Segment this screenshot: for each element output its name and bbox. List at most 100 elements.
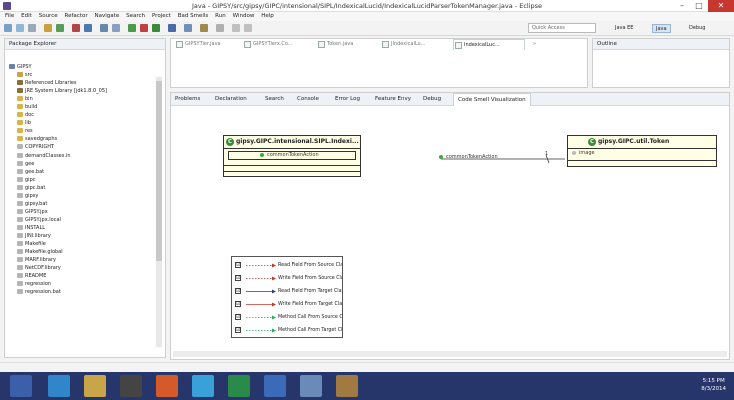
view-horizontal-scrollbar[interactable]: [173, 351, 727, 357]
target-field[interactable]: image: [572, 150, 595, 156]
media-icon[interactable]: [120, 375, 142, 397]
tree-item[interactable]: JRE System Library [jdk1.8.0_05]: [9, 87, 153, 95]
tree-item[interactable]: GIPSY: [9, 63, 153, 71]
tree-item[interactable]: regression: [9, 280, 153, 288]
package-explorer-scrollbar[interactable]: [156, 77, 162, 347]
menu-edit[interactable]: Edit: [21, 12, 32, 21]
outline-tab[interactable]: Outline: [593, 39, 729, 50]
perspective-java[interactable]: Java: [652, 24, 671, 33]
tree-item[interactable]: gee: [9, 160, 153, 168]
tab-console[interactable]: Console: [297, 93, 319, 106]
tree-item[interactable]: Makefile: [9, 240, 153, 248]
perspective-java-ee[interactable]: Java EE: [612, 24, 636, 33]
tab-code-smell-visualization[interactable]: Code Smell Visualization: [453, 93, 531, 106]
scrollbar-thumb[interactable]: [156, 81, 162, 261]
tree-item[interactable]: doc: [9, 111, 153, 119]
tree-item[interactable]: res: [9, 127, 153, 135]
tree-item[interactable]: README: [9, 272, 153, 280]
gear-icon[interactable]: [56, 24, 64, 32]
menu-file[interactable]: File: [5, 12, 14, 21]
messenger-icon[interactable]: [192, 375, 214, 397]
tree-item[interactable]: build: [9, 103, 153, 111]
package-explorer-tab[interactable]: Package Explorer: [5, 39, 165, 50]
legend-checkbox[interactable]: ☑: [235, 314, 241, 320]
relation-method[interactable]: commonTokenAction: [439, 154, 498, 160]
word-icon[interactable]: [264, 375, 286, 397]
menu-bad-smells[interactable]: Bad Smells: [178, 12, 209, 21]
tree-item[interactable]: gipc: [9, 176, 153, 184]
legend-checkbox[interactable]: ☑: [235, 327, 241, 333]
tree-item[interactable]: Makefile.global: [9, 248, 153, 256]
package-icon[interactable]: [44, 24, 52, 32]
tree-item[interactable]: gipsy.bat: [9, 200, 153, 208]
source-class-box[interactable]: Cgipsy.GIPC.intensional.SIPL.Indexi... c…: [223, 135, 361, 177]
menu-project[interactable]: Project: [152, 12, 171, 21]
system-clock[interactable]: 5:15 PM 8/3/2014: [701, 377, 726, 393]
editor-tab-gipsytier[interactable]: GIPSYTier.java: [175, 39, 221, 50]
editor-overflow-button[interactable]: »: [533, 39, 536, 50]
open-type-icon[interactable]: [200, 24, 208, 32]
stop-icon[interactable]: [140, 24, 148, 32]
new-icon[interactable]: [4, 24, 12, 32]
tree-item[interactable]: GIPSY.jpx.local: [9, 216, 153, 224]
nav-forward-icon[interactable]: [244, 24, 252, 32]
legend-checkbox[interactable]: ☑: [235, 275, 241, 281]
menu-navigate[interactable]: Navigate: [95, 12, 120, 21]
filter-icon[interactable]: [100, 24, 108, 32]
perspective-debug[interactable]: Debug: [686, 24, 708, 33]
tree-item[interactable]: gipsy: [9, 192, 153, 200]
refactor-icon[interactable]: [72, 24, 80, 32]
tree-item[interactable]: JINI.library: [9, 232, 153, 240]
legend-checkbox[interactable]: ☑: [235, 301, 241, 307]
tree-item[interactable]: INSTALL: [9, 224, 153, 232]
nav-back-icon[interactable]: [232, 24, 240, 32]
explorer-icon[interactable]: [84, 375, 106, 397]
tree-item[interactable]: Referenced Libraries: [9, 79, 153, 87]
chrome-icon[interactable]: [156, 375, 178, 397]
ie-icon[interactable]: [48, 375, 70, 397]
source-method[interactable]: commonTokenAction: [260, 152, 319, 158]
annotation-icon[interactable]: [216, 24, 224, 32]
tree-item[interactable]: src: [9, 71, 153, 79]
tree-item[interactable]: regression.bat: [9, 288, 153, 296]
search-icon[interactable]: [84, 24, 92, 32]
tree-item[interactable]: demandClasses.in: [9, 152, 153, 160]
tree-item[interactable]: MARF.library: [9, 256, 153, 264]
menu-source[interactable]: Source: [39, 12, 58, 21]
tab-search[interactable]: Search: [265, 93, 284, 106]
tree-item[interactable]: bin: [9, 95, 153, 103]
legend-checkbox[interactable]: ☑: [235, 288, 241, 294]
tab-declaration[interactable]: Declaration: [215, 93, 247, 106]
tab-feature-envy[interactable]: Feature Envy: [375, 93, 411, 106]
menu-search[interactable]: Search: [126, 12, 145, 21]
editor-tab-token[interactable]: Token.java: [317, 39, 353, 50]
tree-item[interactable]: COPYRIGHT: [9, 143, 153, 151]
close-button[interactable]: ✕: [708, 0, 734, 12]
maximize-button[interactable]: □: [691, 0, 707, 12]
eclipse-task-icon[interactable]: [336, 375, 358, 397]
target-class-box[interactable]: Cgipsy.GIPC.util.Token image: [567, 135, 717, 167]
new-class-icon[interactable]: [184, 24, 192, 32]
tree-item[interactable]: NetCDF.library: [9, 264, 153, 272]
tree-item[interactable]: gipc.bat: [9, 184, 153, 192]
quick-access-input[interactable]: Quick Access: [528, 23, 596, 33]
tree-item[interactable]: savedgraphs: [9, 135, 153, 143]
menu-refactor[interactable]: Refactor: [65, 12, 88, 21]
menu-run[interactable]: Run: [215, 12, 226, 21]
legend-checkbox[interactable]: ☑: [235, 262, 241, 268]
menu-window[interactable]: Window: [233, 12, 255, 21]
layout-icon[interactable]: [112, 24, 120, 32]
tree-item[interactable]: GIPSY.jpx: [9, 208, 153, 216]
menu-help[interactable]: Help: [261, 12, 274, 21]
save-icon[interactable]: [16, 24, 24, 32]
minimize-button[interactable]: –: [674, 0, 690, 12]
run-icon[interactable]: [128, 24, 136, 32]
editor-tab-gipsytierx[interactable]: GIPSYTierx.Co...: [243, 39, 293, 50]
editor-tab-jindexical[interactable]: JIndexicalLu...: [381, 39, 425, 50]
debug-icon[interactable]: [152, 24, 160, 32]
start-icon[interactable]: [10, 375, 32, 397]
external-tools-icon[interactable]: [168, 24, 176, 32]
print-icon[interactable]: [28, 24, 36, 32]
tree-item[interactable]: lib: [9, 119, 153, 127]
editor-tab-indexical-active[interactable]: IndexicalLuc...: [453, 39, 525, 50]
